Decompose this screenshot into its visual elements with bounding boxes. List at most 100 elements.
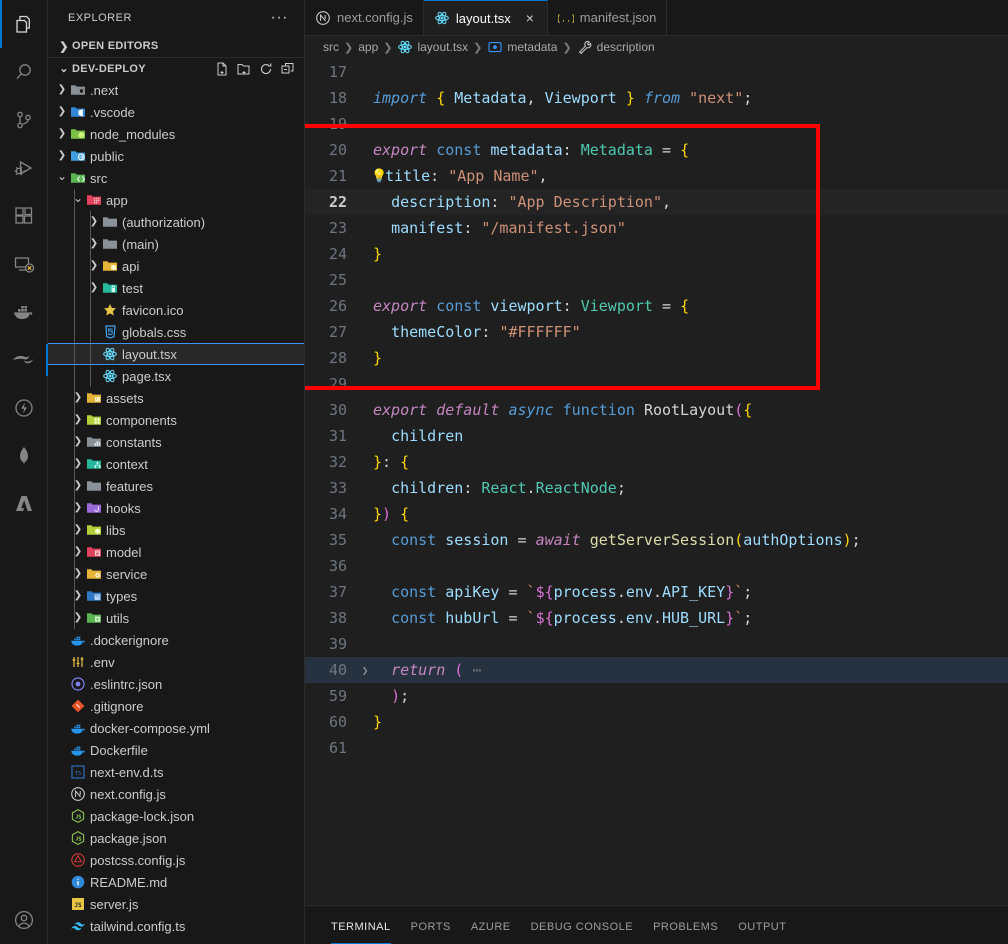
panel-tab-output[interactable]: OUTPUT (728, 909, 796, 944)
tree-item-utils[interactable]: ❯ utils (48, 607, 304, 629)
close-icon[interactable]: × (523, 10, 537, 26)
code-line-31[interactable]: 31 children (305, 423, 1008, 449)
tree-item-postcss-config-js[interactable]: postcss.config.js (48, 849, 304, 871)
code-line-39[interactable]: 39 (305, 631, 1008, 657)
editor-tab-bar[interactable]: next.config.js layout.tsx × {..} manifest.js… (305, 0, 1008, 36)
new-file-icon[interactable] (212, 59, 232, 79)
panel-tab-problems[interactable]: PROBLEMS (643, 909, 728, 944)
panel-tab-azure[interactable]: AZURE (461, 909, 521, 944)
code-line-20[interactable]: 20 export const metadata: Metadata = { (305, 137, 1008, 163)
activity-item-docker[interactable] (0, 288, 48, 336)
tree-item-app[interactable]: ⌄ app (48, 189, 304, 211)
code-editor[interactable]: 16 1718import { Metadata, Viewport } fro… (305, 58, 1008, 905)
code-line-22[interactable]: 22 description: "App Description", (305, 189, 1008, 215)
code-line-29[interactable]: 29 (305, 371, 1008, 397)
code-line-37[interactable]: 37 const apiKey = `${process.env.API_KEY… (305, 579, 1008, 605)
tree-item-model[interactable]: ❯ model (48, 541, 304, 563)
tree-item-types[interactable]: ❯ TS types (48, 585, 304, 607)
code-line-38[interactable]: 38 const hubUrl = `${process.env.HUB_URL… (305, 605, 1008, 631)
tree-item-assets[interactable]: ❯ assets (48, 387, 304, 409)
code-line-27[interactable]: 27 themeColor: "#FFFFFF" (305, 319, 1008, 345)
breadcrumb-item-src[interactable]: src (323, 40, 339, 54)
code-line-40[interactable]: 40 ❯ return ( ⋯ (305, 657, 1008, 683)
new-folder-icon[interactable] (234, 59, 254, 79)
tree-item-server-js[interactable]: JS server.js (48, 893, 304, 915)
chevron-right-icon[interactable]: ❯ (56, 107, 68, 117)
activity-item-search[interactable] (0, 48, 48, 96)
activity-item-run-and-debug[interactable] (0, 144, 48, 192)
breadcrumb[interactable]: src ❯ app ❯ layout.tsx ❯ metadata ❯ description (305, 36, 1008, 58)
code-lines[interactable]: 16 1718import { Metadata, Viewport } fro… (305, 58, 1008, 761)
tree-item-context[interactable]: ❯ context (48, 453, 304, 475)
explorer-more-actions-icon[interactable]: ··· (271, 9, 296, 25)
tree-item-env[interactable]: .env (48, 651, 304, 673)
activity-item-remote-explorer[interactable] (0, 240, 48, 288)
section-workspace[interactable]: ⌄ DEV-DEPLOY (48, 57, 304, 79)
activity-item-azure[interactable] (0, 480, 48, 528)
tree-item-components[interactable]: ❯ components (48, 409, 304, 431)
code-line-19[interactable]: 19 (305, 111, 1008, 137)
code-line-32[interactable]: 32}: { (305, 449, 1008, 475)
tree-item-test[interactable]: ❯ test (48, 277, 304, 299)
tree-item-tailwind-config-ts[interactable]: tailwind.config.ts (48, 915, 304, 937)
tree-item-service[interactable]: ❯ service (48, 563, 304, 585)
code-line-23[interactable]: 23 manifest: "/manifest.json" (305, 215, 1008, 241)
code-line-21[interactable]: 21 💡 title: "App Name", (305, 163, 1008, 189)
code-line-17[interactable]: 17 (305, 59, 1008, 85)
tree-item-globals-css[interactable]: globals.css (48, 321, 304, 343)
chevron-right-icon[interactable]: ❯ (56, 85, 68, 95)
tree-item-libs[interactable]: ❯ libs (48, 519, 304, 541)
tree-item-layout-tsx[interactable]: layout.tsx (48, 343, 304, 365)
code-line-35[interactable]: 35 const session = await getServerSessio… (305, 527, 1008, 553)
breadcrumb-item-description[interactable]: description (577, 39, 655, 55)
chevron-down-icon[interactable]: ⌄ (56, 170, 68, 182)
code-line-61[interactable]: 61 (305, 735, 1008, 761)
fold-chevron-icon[interactable]: ❯ (357, 664, 373, 677)
tree-item-dockerfile[interactable]: Dockerfile (48, 739, 304, 761)
code-line-60[interactable]: 60} (305, 709, 1008, 735)
tree-item-package-lock-json[interactable]: package-lock.json (48, 805, 304, 827)
code-line-25[interactable]: 25 (305, 267, 1008, 293)
tree-item-constants[interactable]: ❯ constants (48, 431, 304, 453)
tree-item-features[interactable]: ❯ features (48, 475, 304, 497)
activity-item-account[interactable] (0, 896, 48, 944)
code-line-28[interactable]: 28} (305, 345, 1008, 371)
tree-item-hooks[interactable]: ❯ hooks (48, 497, 304, 519)
tree-item-favicon-ico[interactable]: favicon.ico (48, 299, 304, 321)
code-line-36[interactable]: 36 (305, 553, 1008, 579)
activity-item-extensions[interactable] (0, 192, 48, 240)
activity-item-mongodb[interactable] (0, 432, 48, 480)
tree-item-page-tsx[interactable]: page.tsx (48, 365, 304, 387)
editor-tab-next-config-js[interactable]: next.config.js (305, 0, 424, 35)
breadcrumb-item-app[interactable]: app (358, 40, 378, 54)
tree-item-readme-md[interactable]: README.md (48, 871, 304, 893)
tree-item-gitignore[interactable]: .gitignore (48, 695, 304, 717)
collapse-all-icon[interactable] (278, 59, 298, 79)
tree-item-dockerignore[interactable]: .dockerignore (48, 629, 304, 651)
panel-tab-ports[interactable]: PORTS (401, 909, 461, 944)
panel-tab-terminal[interactable]: TERMINAL (321, 909, 401, 944)
tree-item-next[interactable]: ❯ .next (48, 79, 304, 101)
code-line-59[interactable]: 59 ); (305, 683, 1008, 709)
tree-item-authorization[interactable]: ❯ (authorization) (48, 211, 304, 233)
tree-item-docker-compose-yml[interactable]: docker-compose.yml (48, 717, 304, 739)
code-line-18[interactable]: 18 import { Metadata, Viewport } from "ne… (305, 85, 1008, 111)
chevron-right-icon[interactable]: ❯ (56, 151, 68, 161)
tree-item-node-modules[interactable]: ❯ node_modules (48, 123, 304, 145)
activity-item-thunder-client[interactable] (0, 336, 48, 384)
tree-item-package-json[interactable]: package.json (48, 827, 304, 849)
tree-item-next-config-js[interactable]: next.config.js (48, 783, 304, 805)
activity-item-lightning[interactable] (0, 384, 48, 432)
tree-item-src[interactable]: ⌄ src (48, 167, 304, 189)
panel-tab-bar[interactable]: TERMINAL PORTS AZURE DEBUG CONSOLE PROBLEMS O… (305, 909, 796, 944)
tree-item-next-env-d-ts[interactable]: TS next-env.d.ts (48, 761, 304, 783)
code-line-24[interactable]: 24} (305, 241, 1008, 267)
tree-item-vscode[interactable]: ❯ .vscode (48, 101, 304, 123)
breadcrumb-item-metadata[interactable]: metadata (487, 39, 557, 55)
activity-item-explorer[interactable] (0, 0, 48, 48)
code-line-34[interactable]: 34}) { (305, 501, 1008, 527)
tree-item-public[interactable]: ❯ public (48, 145, 304, 167)
file-tree[interactable]: ❯ .next ❯ .vscode ❯ node_modules ❯ public ⌄ src ⌄ a… (48, 79, 304, 944)
section-open-editors[interactable]: ❯ OPEN EDITORS (48, 35, 304, 57)
activity-item-source-control[interactable] (0, 96, 48, 144)
